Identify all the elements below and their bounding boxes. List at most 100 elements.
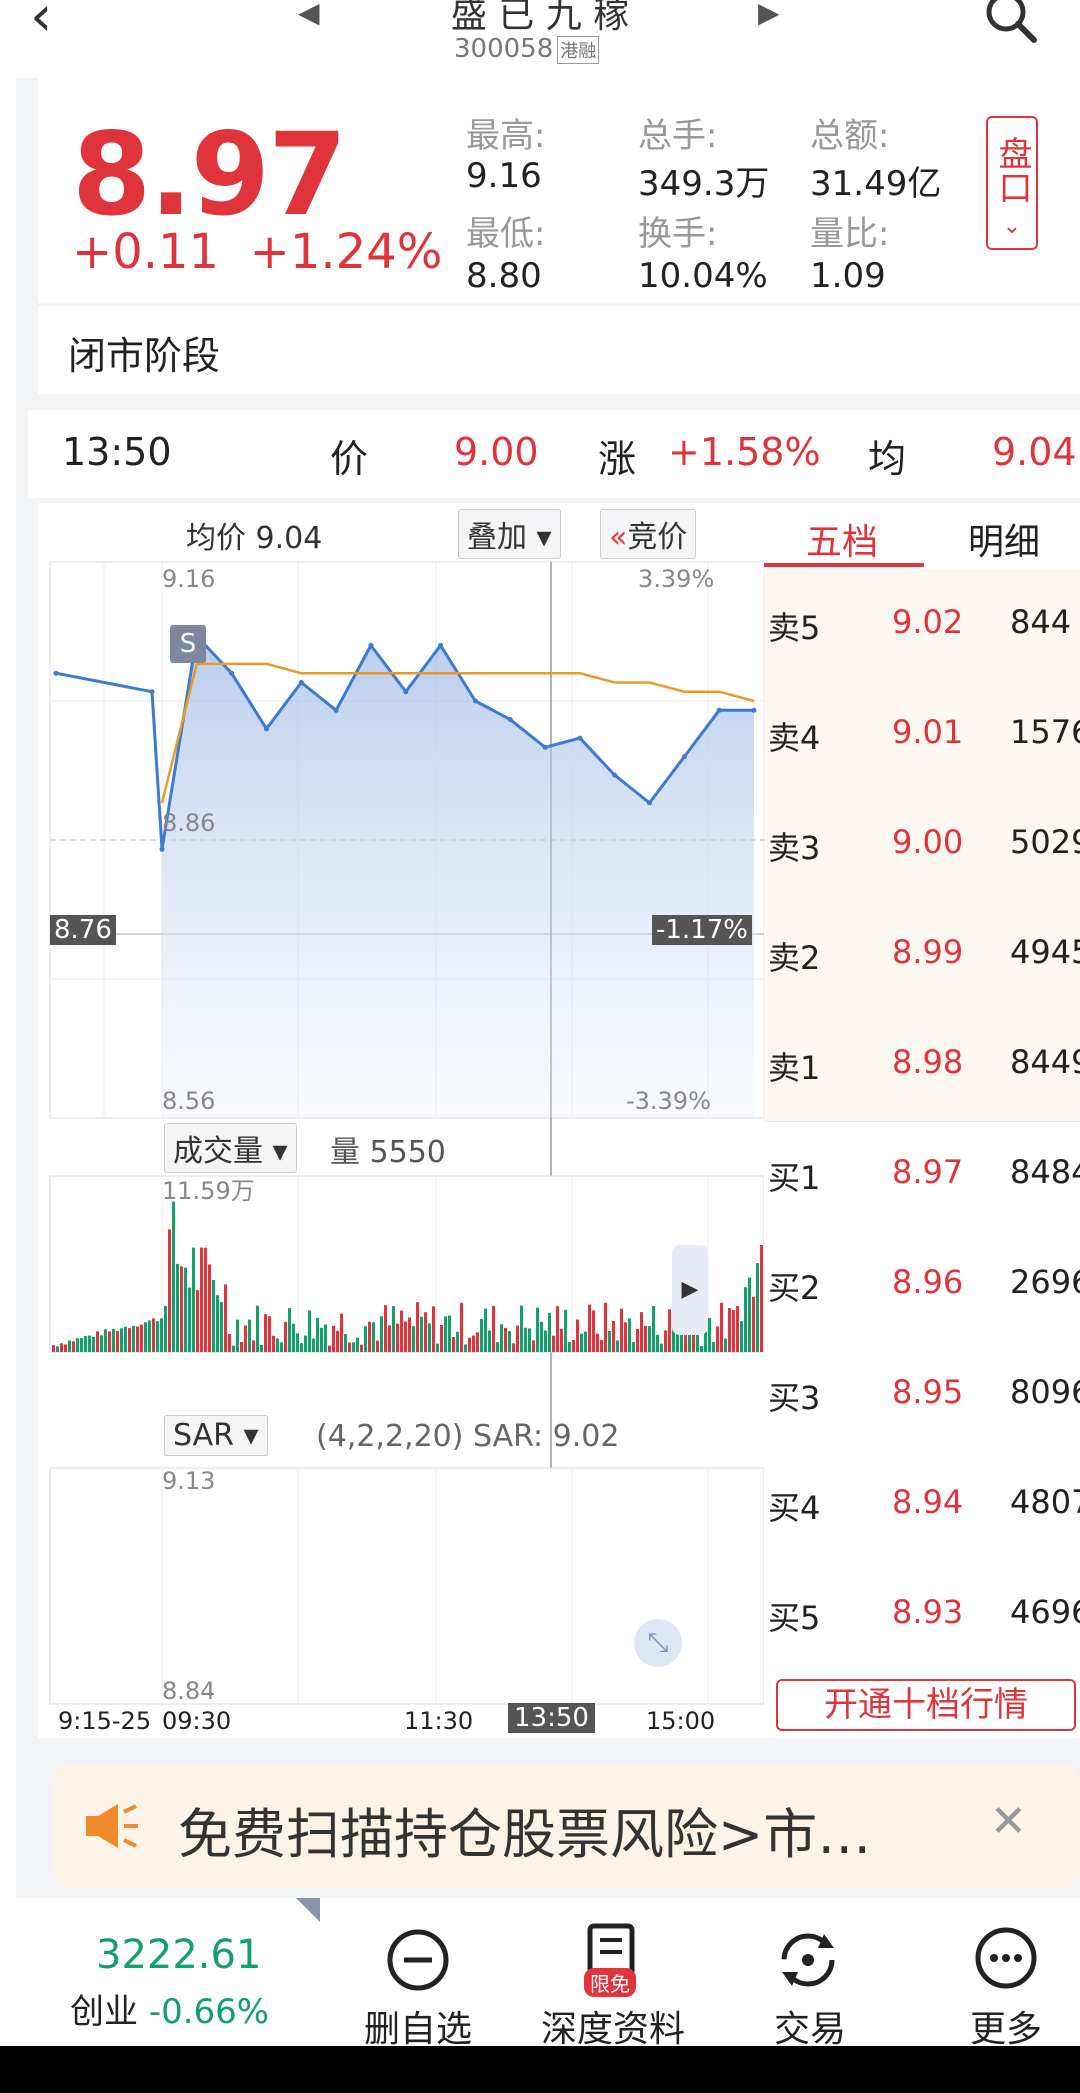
volume-bar	[160, 1318, 163, 1352]
volume-ratio-label: 量比:	[810, 214, 890, 254]
volume-bar	[404, 1321, 407, 1352]
x-label-open: 09:30	[162, 1707, 232, 1735]
volume-bar	[336, 1330, 339, 1352]
tick-change: +1.58%	[668, 430, 821, 474]
search-icon[interactable]	[980, 0, 1040, 46]
volume-bar	[412, 1326, 415, 1352]
volume-bar	[360, 1344, 363, 1352]
volume-ratio-value: 1.09	[810, 256, 886, 296]
volume-bar	[284, 1321, 287, 1352]
volume-bar	[168, 1229, 171, 1352]
volume-bar	[68, 1340, 71, 1352]
remove-watchlist-icon[interactable]	[386, 1928, 450, 1992]
volume-bar	[392, 1306, 395, 1352]
volume-bar	[580, 1333, 583, 1352]
volume-bar	[172, 1201, 175, 1352]
price-point	[229, 670, 235, 676]
volume-bar	[600, 1340, 603, 1352]
tab-detail[interactable]: 明细	[968, 513, 1040, 565]
volume-bar	[364, 1326, 367, 1352]
x-label-auction: 9:15-25	[58, 1707, 152, 1735]
volume-bar	[492, 1305, 495, 1352]
more-icon[interactable]	[974, 1926, 1038, 1990]
volume-bar	[760, 1245, 763, 1352]
chart-bottom-pct: -3.39%	[626, 1087, 711, 1115]
volume-bar	[476, 1332, 479, 1352]
sar-indicator-dropdown[interactable]: SAR ▾	[164, 1415, 268, 1456]
index-value[interactable]: 3222.61	[96, 1932, 261, 1978]
index-info[interactable]: 创业 -0.66%	[70, 1984, 269, 2033]
volume-bar	[184, 1267, 187, 1352]
volume-bar	[468, 1337, 471, 1352]
ref-pct-tag: -1.17%	[652, 915, 752, 945]
volume-bar	[516, 1325, 519, 1352]
volume-bar	[96, 1331, 99, 1352]
sar-bottom: 8.84	[162, 1677, 216, 1705]
volume-bar	[296, 1333, 299, 1352]
price-point	[333, 707, 339, 713]
volume-bar	[620, 1308, 623, 1352]
open-level10-button[interactable]: 开通十档行情	[776, 1679, 1076, 1731]
ask-row: 卖5 9.02 844	[768, 603, 1072, 647]
volume-bar	[504, 1327, 507, 1352]
collapse-panel-icon[interactable]: ▶	[672, 1245, 708, 1335]
volume-bar	[252, 1340, 255, 1352]
volume-bar	[396, 1323, 399, 1352]
auction-button[interactable]: «竞价	[600, 509, 697, 559]
deep-data-button[interactable]: 深度资料	[528, 2000, 698, 2052]
trade-icon[interactable]	[774, 1926, 842, 1994]
price-point	[507, 717, 513, 722]
volume-bar	[708, 1318, 711, 1352]
volume-bar	[152, 1318, 155, 1352]
volume-bar	[452, 1337, 455, 1352]
volume-bar	[232, 1345, 235, 1352]
chart-top-price: 9.16	[162, 565, 216, 593]
volume-bar	[180, 1266, 183, 1352]
volume-indicator-dropdown[interactable]: 成交量 ▾	[164, 1123, 297, 1173]
free-badge: 限免	[584, 1968, 636, 1997]
tab-five-levels[interactable]: 五档	[806, 513, 878, 565]
next-stock-icon[interactable]: ▶	[758, 0, 780, 29]
volume-bar	[64, 1344, 67, 1352]
volume-bar	[568, 1342, 571, 1352]
volume-bar	[144, 1322, 147, 1352]
overlay-dropdown[interactable]: 叠加 ▾	[458, 509, 561, 559]
volume-bar	[140, 1324, 143, 1352]
volume-bar	[444, 1316, 447, 1352]
remove-watchlist-button[interactable]: 删自选	[338, 2000, 498, 2052]
sell-signal-marker[interactable]: S	[170, 625, 206, 663]
volume-bar	[148, 1320, 151, 1352]
bid-row: 买28.962696	[768, 1263, 1080, 1307]
volume-bar	[244, 1325, 247, 1352]
more-button[interactable]: 更多	[926, 2000, 1080, 2052]
order-book-toggle-button[interactable]: 盘口 ⌄	[986, 116, 1038, 250]
volume-bar	[400, 1310, 403, 1352]
expand-chart-icon[interactable]: ⤡	[634, 1619, 682, 1667]
tick-price: 9.00	[454, 430, 539, 474]
volume-bar	[384, 1305, 387, 1352]
volume-bar	[656, 1334, 659, 1352]
turnover-value: 10.04%	[638, 256, 768, 296]
price-point	[647, 800, 652, 806]
price-point	[368, 642, 374, 648]
back-icon[interactable]: ‹	[30, 0, 52, 49]
volume-bar	[108, 1331, 111, 1352]
trade-button[interactable]: 交易	[730, 2000, 890, 2052]
volume-bar	[176, 1263, 179, 1352]
volume-bar	[448, 1315, 451, 1352]
low-label: 最低:	[466, 214, 546, 254]
system-nav-bar	[0, 2046, 1080, 2093]
corner-triangle	[296, 1898, 320, 1922]
volume-bar	[60, 1343, 63, 1352]
volume-bar	[484, 1308, 487, 1352]
x-label-close: 15:00	[646, 1707, 716, 1735]
volume-bar	[76, 1338, 79, 1352]
close-icon[interactable]: ✕	[990, 1796, 1027, 1847]
volume-bar	[756, 1263, 759, 1352]
bid-row: 买48.944807	[768, 1483, 1080, 1527]
volume-bar	[728, 1308, 731, 1352]
banner-text: 免费扫描持仓股票风险>市…	[178, 1803, 872, 1866]
chart-bottom-price: 8.56	[162, 1087, 216, 1115]
volume-bar	[556, 1306, 559, 1352]
market-phase: 闭市阶段	[68, 334, 221, 378]
